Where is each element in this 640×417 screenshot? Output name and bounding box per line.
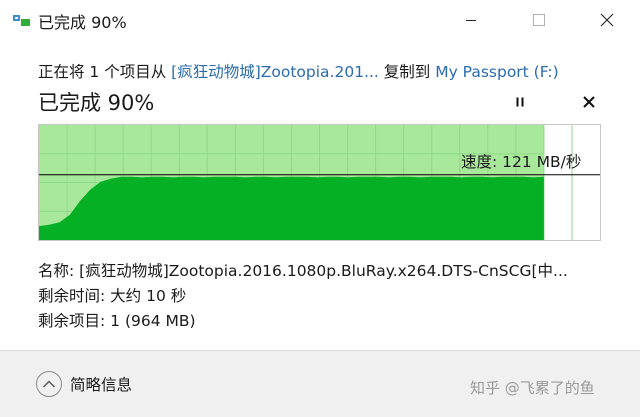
copy-window-icon — [13, 15, 30, 26]
speed-graph-canvas — [39, 125, 600, 240]
maximize-icon — [533, 14, 545, 26]
copy-prefix: 正在将 1 个项目从 — [38, 63, 172, 81]
items-remaining: 剩余项目: 1 (964 MB) — [38, 312, 196, 330]
destination-link[interactable]: My Passport (F:) — [435, 63, 559, 81]
time-remaining: 剩余时间: 大约 10 秒 — [38, 287, 187, 305]
watermark: 知乎 @飞累了的鱼 — [470, 379, 595, 397]
speed-area — [39, 176, 544, 240]
minimize-icon — [466, 20, 476, 21]
title-bar: 已完成 90% — [0, 0, 640, 40]
copy-middle: 复制到 — [378, 63, 436, 81]
window-title: 已完成 90% — [38, 13, 127, 32]
details-toggle-label: 简略信息 — [70, 376, 133, 394]
cancel-icon — [583, 96, 595, 108]
speed-graph — [38, 124, 601, 241]
file-name: 名称: [疯狂动物城]Zootopia.2016.1080p.BluRay.x2… — [38, 262, 568, 280]
pause-button[interactable] — [509, 91, 531, 113]
footer: 简略信息 知乎 @飞累了的鱼 — [0, 350, 640, 417]
speed-label: 速度: 121 MB/秒 — [461, 153, 582, 171]
progress-title: 已完成 90% — [38, 91, 155, 115]
minimize-button[interactable] — [448, 0, 494, 40]
copy-description: 正在将 1 个项目从 [疯狂动物城]Zootopia.201... 复制到 My… — [38, 60, 559, 82]
source-link[interactable]: [疯狂动物城]Zootopia.201... — [171, 63, 379, 81]
close-button[interactable] — [584, 0, 630, 40]
close-icon — [600, 13, 614, 27]
pause-icon — [516, 97, 524, 107]
fewer-details-button[interactable]: 简略信息 — [36, 371, 132, 397]
chevron-up-icon — [43, 380, 55, 388]
details-toggle-circle — [36, 371, 62, 397]
maximize-button[interactable] — [516, 0, 562, 40]
cancel-button[interactable] — [578, 91, 600, 113]
